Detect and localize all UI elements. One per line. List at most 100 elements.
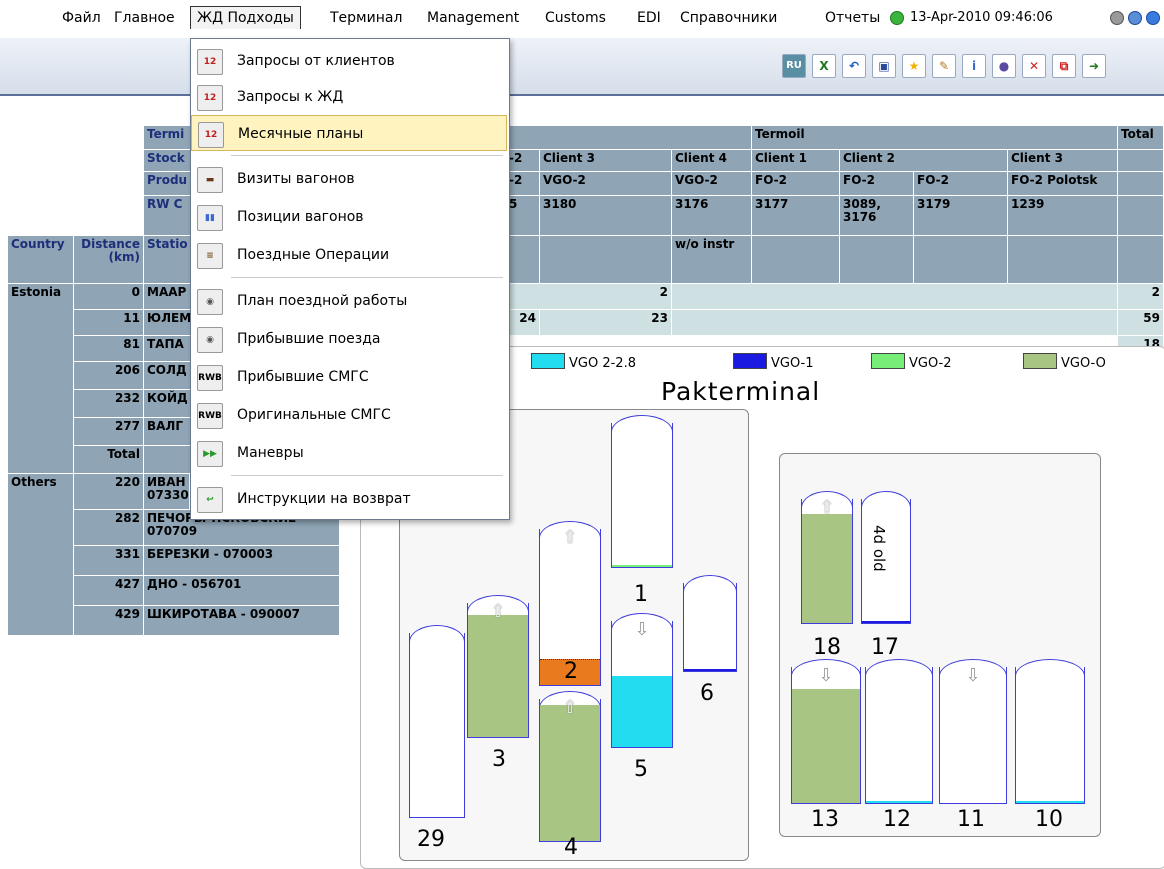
header-client: Client 2 <box>840 150 1008 172</box>
train-icon: ◉ <box>197 289 223 315</box>
station-cell[interactable]: ВАЛГ <box>144 418 194 446</box>
exit-icon[interactable]: ➜ <box>1082 54 1106 78</box>
save-icon[interactable]: ▣ <box>872 54 896 78</box>
language-icon[interactable]: RU <box>782 54 806 78</box>
menu-edi[interactable]: EDI <box>637 10 661 26</box>
header-cell <box>840 236 914 284</box>
header-stock: Stock <box>144 150 194 172</box>
tank-6[interactable] <box>683 575 737 672</box>
undo-icon[interactable]: ↶ <box>842 54 866 78</box>
refresh-icon[interactable] <box>1128 11 1142 25</box>
header-instr: w/o instr <box>672 236 752 284</box>
header-fragment: -2 <box>506 150 540 172</box>
tank-fill <box>866 801 932 803</box>
station-cell[interactable]: ИВАН 07330 <box>144 474 190 510</box>
menu-item-train-operations[interactable]: ≡ Поездные Операции <box>191 237 507 273</box>
total-cell: 2 <box>1118 284 1164 310</box>
clock: 13-Apr-2010 09:46:06 <box>910 10 1053 25</box>
tank-29[interactable] <box>409 625 465 818</box>
rwb-icon: RWB <box>197 403 223 429</box>
menu-main[interactable]: Главное <box>114 10 175 26</box>
menu-item-original-smgs[interactable]: RWB Оригинальные СМГС <box>191 397 507 433</box>
menu-bar: Файл Главное ЖД Подходы Терминал Managem… <box>0 0 1164 38</box>
settings-icon[interactable] <box>1110 11 1124 25</box>
menu-management[interactable]: Management <box>427 10 519 26</box>
tank-fill <box>792 688 860 803</box>
menu-terminal[interactable]: Терминал <box>330 10 402 26</box>
distance-cell: 220 <box>74 474 144 510</box>
header-cell <box>752 236 840 284</box>
station-cell[interactable]: ТАПА <box>144 336 194 362</box>
menu-customs[interactable]: Customs <box>545 10 606 26</box>
arrow-down-icon: ⇩ <box>818 665 834 686</box>
menu-item-rail-requests[interactable]: 12 Запросы к ЖД <box>191 79 507 115</box>
tank-label: 13 <box>811 807 839 832</box>
tank-1[interactable] <box>611 415 673 568</box>
clock-icon[interactable] <box>1146 11 1160 25</box>
station-cell[interactable]: СОЛД <box>144 362 194 390</box>
menu-item-monthly-plans[interactable]: 12 Месячные планы <box>191 115 507 151</box>
menu-item-wagon-positions[interactable]: ▮▮ Позиции вагонов <box>191 199 507 235</box>
rails-icon: ≡ <box>197 243 223 269</box>
header-cell <box>1118 172 1164 196</box>
user-icon[interactable]: ● <box>992 54 1016 78</box>
tank-18[interactable]: ⇧ <box>801 491 853 624</box>
station-cell[interactable]: МААР <box>144 284 194 310</box>
arrow-up-icon: ⇧ <box>490 601 506 622</box>
tank-label: 3 <box>492 747 506 772</box>
station-cell[interactable]: ЮЛЕМ <box>144 310 194 336</box>
tank-11[interactable]: ⇩ <box>939 659 1007 804</box>
delete-icon[interactable]: ✕ <box>1022 54 1046 78</box>
menu-item-client-requests[interactable]: 12 Запросы от клиентов <box>191 43 507 79</box>
menu-item-label: Запросы к ЖД <box>237 89 344 105</box>
header-client: Client 1 <box>752 150 840 172</box>
tank-10[interactable] <box>1015 659 1085 804</box>
info-icon[interactable]: i <box>962 54 986 78</box>
star-icon[interactable]: ★ <box>902 54 926 78</box>
header-product: VGO-2 <box>540 172 672 196</box>
tank-12[interactable] <box>865 659 933 804</box>
menu-references[interactable]: Справочники <box>680 10 777 26</box>
copy-delete-icon[interactable]: ⧉ <box>1052 54 1076 78</box>
header-cell <box>1118 196 1164 236</box>
menu-item-arrived-smgs[interactable]: RWB Прибывшие СМГС <box>191 359 507 395</box>
header-rw: 3179 <box>914 196 1008 236</box>
station-cell[interactable]: КОЙД <box>144 390 194 418</box>
total-label: Total <box>74 446 144 474</box>
tank-13[interactable]: ⇩ <box>791 659 861 804</box>
tank-3[interactable]: ⇧ <box>467 595 529 738</box>
tank-fill <box>540 704 600 841</box>
header-cell <box>540 236 672 284</box>
tank-label: 10 <box>1035 807 1063 832</box>
arrow-down-icon: ⇩ <box>965 665 981 686</box>
station-cell[interactable]: ШКИРОТАВА - 090007 <box>144 606 340 636</box>
header-terminal: Termi <box>144 126 194 150</box>
menu-item-arrived-trains[interactable]: ◉ Прибывшие поезда <box>191 321 507 357</box>
tank-fill <box>612 676 672 747</box>
tank-17[interactable]: 4d old <box>861 491 911 624</box>
value-cell: 24 <box>506 310 540 336</box>
menu-item-maneuvers[interactable]: ▶▶ Маневры <box>191 435 507 471</box>
col-station: Statio <box>144 236 194 284</box>
country-cell: Estonia <box>8 284 74 474</box>
edit-icon[interactable]: ✎ <box>932 54 956 78</box>
menu-reports[interactable]: Отчеты <box>825 10 880 26</box>
station-cell[interactable]: БЕРЕЗКИ - 070003 <box>144 546 340 576</box>
menu-item-return-instructions[interactable]: ↩ Инструкции на возврат <box>191 481 507 517</box>
tank-4[interactable]: ⇧ <box>539 691 601 842</box>
menu-file[interactable]: Файл <box>62 10 101 26</box>
station-cell[interactable]: ДНО - 056701 <box>144 576 340 606</box>
header-product: VGO-2 <box>672 172 752 196</box>
calendar-icon: 12 <box>197 85 223 111</box>
tank-5[interactable]: ⇩ <box>611 613 673 748</box>
tank-fill <box>468 615 528 737</box>
menu-item-wagon-visits[interactable]: ▬ Визиты вагонов <box>191 161 507 197</box>
calendar-icon: 12 <box>197 49 223 75</box>
header-rw: 1239 <box>1008 196 1118 236</box>
tank-label: 12 <box>883 807 911 832</box>
menu-item-train-work-plan[interactable]: ◉ План поездной работы <box>191 283 507 319</box>
excel-icon[interactable]: X <box>812 54 836 78</box>
menu-separator <box>231 475 503 476</box>
menu-rail-approaches[interactable]: ЖД Подходы <box>190 6 301 29</box>
return-icon: ↩ <box>197 487 223 513</box>
